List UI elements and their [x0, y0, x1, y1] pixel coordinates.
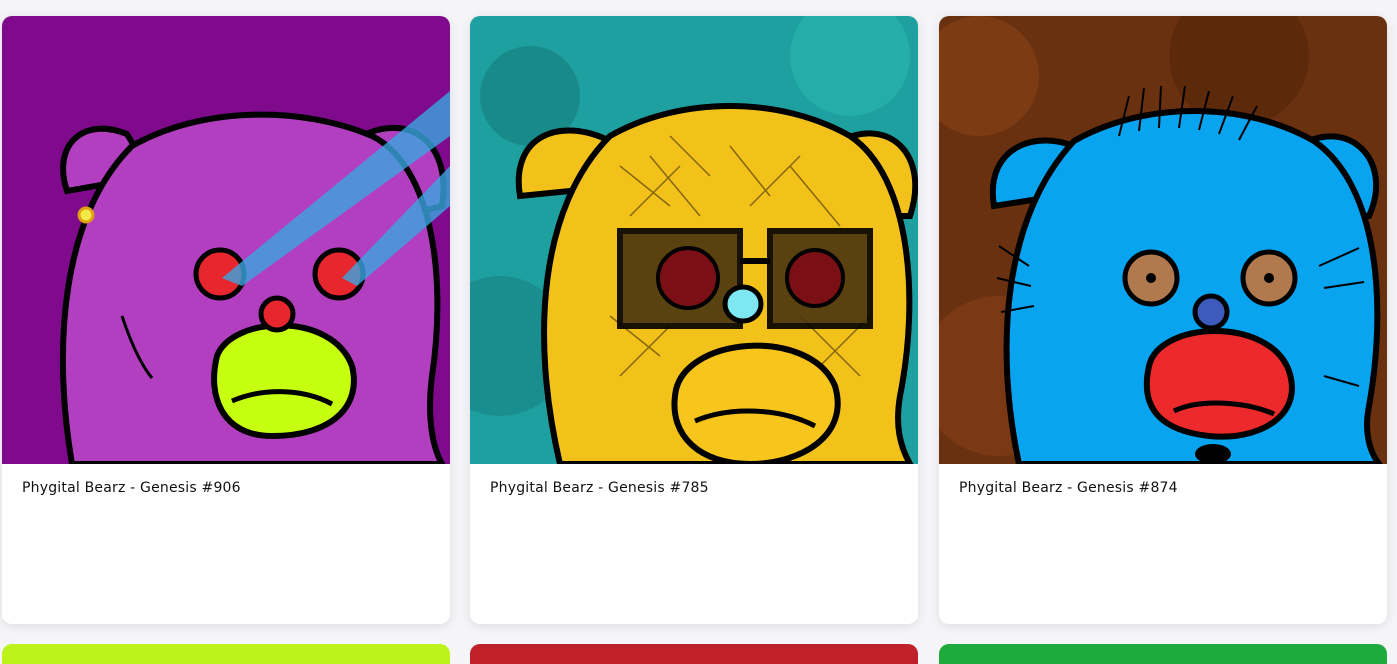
nft-title[interactable]: Phygital Bearz - Genesis #785 [490, 480, 709, 496]
nft-card-874[interactable]: Phygital Bearz - Genesis #874 [939, 16, 1387, 624]
nft-card-grid: Phygital Bearz - Genesis #906 Phygital B… [0, 0, 1397, 664]
nft-title[interactable]: Phygital Bearz - Genesis #874 [959, 480, 1178, 496]
nft-card-906[interactable]: Phygital Bearz - Genesis #906 [2, 16, 450, 624]
next-row-card[interactable] [939, 644, 1387, 664]
nft-artwork-874[interactable] [939, 16, 1387, 464]
nft-card-785[interactable]: Phygital Bearz - Genesis #785 [470, 16, 918, 624]
nft-artwork-785[interactable] [470, 16, 918, 464]
nft-artwork-906[interactable] [2, 16, 450, 464]
nft-title[interactable]: Phygital Bearz - Genesis #906 [22, 480, 241, 496]
next-row-card[interactable] [470, 644, 918, 664]
next-row-card[interactable] [2, 644, 450, 664]
